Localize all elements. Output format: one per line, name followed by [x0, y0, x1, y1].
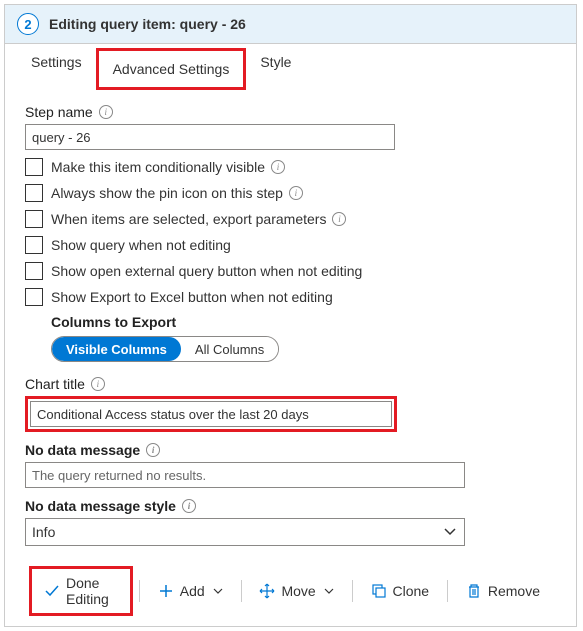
- info-icon[interactable]: i: [146, 443, 160, 457]
- toolbar: Done Editing Add Move: [25, 560, 556, 626]
- panel-header: 2 Editing query item: query - 26: [5, 5, 576, 44]
- checkbox-show-query-label: Show query when not editing: [51, 237, 231, 253]
- add-button[interactable]: Add: [146, 577, 235, 605]
- divider: [447, 580, 448, 602]
- no-data-style-select[interactable]: [25, 518, 465, 546]
- checkbox-open-external-label: Show open external query button when not…: [51, 263, 362, 279]
- checkbox-open-external[interactable]: [25, 262, 43, 280]
- trash-icon: [466, 583, 482, 599]
- checkbox-conditionally-visible-label: Make this item conditionally visible i: [51, 159, 285, 175]
- info-icon[interactable]: i: [182, 499, 196, 513]
- step-name-input[interactable]: [25, 124, 395, 150]
- checkbox-conditionally-visible[interactable]: [25, 158, 43, 176]
- pill-all-columns[interactable]: All Columns: [181, 337, 278, 361]
- divider: [241, 580, 242, 602]
- clone-button[interactable]: Clone: [359, 577, 442, 605]
- checkbox-show-pin-label: Always show the pin icon on this step i: [51, 185, 303, 201]
- chart-title-label: Chart title i: [25, 376, 556, 392]
- no-data-message-label: No data message i: [25, 442, 556, 458]
- info-icon[interactable]: i: [271, 160, 285, 174]
- info-icon[interactable]: i: [99, 105, 113, 119]
- check-icon: [44, 583, 60, 599]
- chevron-down-icon: [213, 586, 223, 596]
- tab-style[interactable]: Style: [246, 44, 305, 90]
- checkbox-export-excel[interactable]: [25, 288, 43, 306]
- remove-button[interactable]: Remove: [454, 577, 552, 605]
- tab-settings[interactable]: Settings: [17, 44, 96, 90]
- chevron-down-icon: [324, 586, 334, 596]
- chart-title-input[interactable]: [30, 401, 392, 427]
- pill-visible-columns[interactable]: Visible Columns: [52, 337, 181, 361]
- panel-title: Editing query item: query - 26: [49, 16, 246, 32]
- info-icon[interactable]: i: [289, 186, 303, 200]
- info-icon[interactable]: i: [332, 212, 346, 226]
- checkbox-show-pin[interactable]: [25, 184, 43, 202]
- tab-bar: Settings Advanced Settings Style: [5, 44, 576, 90]
- move-icon: [259, 583, 275, 599]
- columns-toggle: Visible Columns All Columns: [51, 336, 279, 362]
- checkbox-export-params-label: When items are selected, export paramete…: [51, 211, 346, 227]
- step-number-badge: 2: [17, 13, 39, 35]
- columns-to-export-heading: Columns to Export: [51, 314, 556, 330]
- plus-icon: [158, 583, 174, 599]
- divider: [352, 580, 353, 602]
- tab-advanced-settings[interactable]: Advanced Settings: [96, 48, 247, 90]
- divider: [139, 580, 140, 602]
- no-data-style-label: No data message style i: [25, 498, 556, 514]
- checkbox-export-params[interactable]: [25, 210, 43, 228]
- move-button[interactable]: Move: [247, 577, 345, 605]
- step-name-label: Step name i: [25, 104, 556, 120]
- no-data-message-input[interactable]: [25, 462, 465, 488]
- checkbox-show-query[interactable]: [25, 236, 43, 254]
- checkbox-export-excel-label: Show Export to Excel button when not edi…: [51, 289, 333, 305]
- clone-icon: [371, 583, 387, 599]
- done-editing-button[interactable]: Done Editing: [32, 569, 130, 613]
- info-icon[interactable]: i: [91, 377, 105, 391]
